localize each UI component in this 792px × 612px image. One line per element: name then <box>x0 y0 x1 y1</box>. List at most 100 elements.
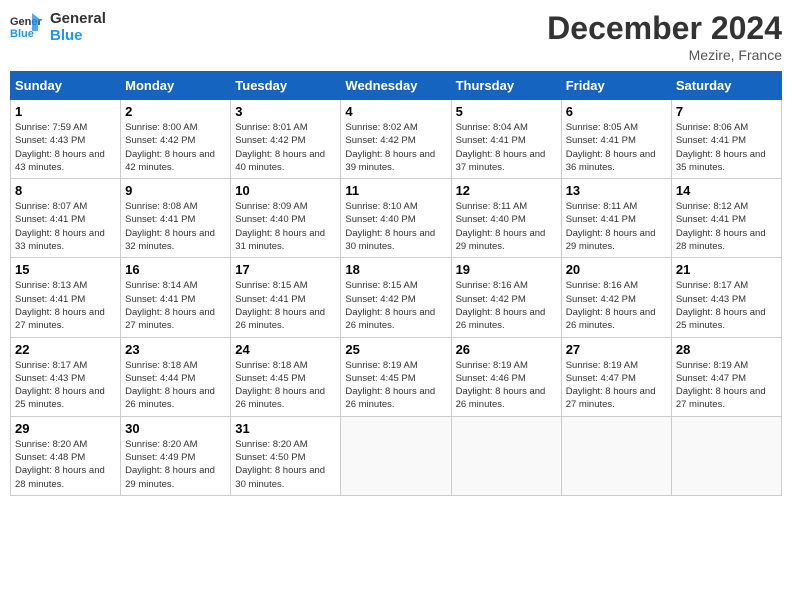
calendar-cell: 12 Sunrise: 8:11 AMSunset: 4:40 PMDayligh… <box>451 179 561 258</box>
day-number: 10 <box>235 183 336 198</box>
day-number: 22 <box>15 342 116 357</box>
cell-info: Sunrise: 8:10 AMSunset: 4:40 PMDaylight:… <box>345 200 446 253</box>
day-number: 11 <box>345 183 446 198</box>
calendar-week-5: 29 Sunrise: 8:20 AMSunset: 4:48 PMDayligh… <box>11 416 782 495</box>
title-block: December 2024 Mezire, France <box>547 10 782 63</box>
calendar-cell: 17 Sunrise: 8:15 AMSunset: 4:41 PMDayligh… <box>231 258 341 337</box>
calendar-cell: 5 Sunrise: 8:04 AMSunset: 4:41 PMDaylight… <box>451 100 561 179</box>
day-number: 24 <box>235 342 336 357</box>
column-header-saturday: Saturday <box>671 72 781 100</box>
calendar-cell: 7 Sunrise: 8:06 AMSunset: 4:41 PMDaylight… <box>671 100 781 179</box>
day-number: 17 <box>235 262 336 277</box>
calendar-cell: 28 Sunrise: 8:19 AMSunset: 4:47 PMDayligh… <box>671 337 781 416</box>
page-header: General Blue General Blue December 2024 … <box>10 10 782 63</box>
calendar-cell: 6Sunrise: 8:05 AMSunset: 4:41 PMDaylight… <box>561 100 671 179</box>
calendar-cell: 24 Sunrise: 8:18 AMSunset: 4:45 PMDayligh… <box>231 337 341 416</box>
day-number: 13 <box>566 183 667 198</box>
calendar-cell: 25 Sunrise: 8:19 AMSunset: 4:45 PMDayligh… <box>341 337 451 416</box>
calendar-cell <box>671 416 781 495</box>
day-number: 14 <box>676 183 777 198</box>
calendar-cell: 9Sunrise: 8:08 AMSunset: 4:41 PMDaylight… <box>121 179 231 258</box>
column-header-monday: Monday <box>121 72 231 100</box>
column-header-friday: Friday <box>561 72 671 100</box>
logo-text-blue: Blue <box>50 27 106 44</box>
day-number: 15 <box>15 262 116 277</box>
calendar-cell: 22 Sunrise: 8:17 AMSunset: 4:43 PMDayligh… <box>11 337 121 416</box>
calendar-cell <box>451 416 561 495</box>
calendar-cell: 8 Sunrise: 8:07 AMSunset: 4:41 PMDaylight… <box>11 179 121 258</box>
column-header-sunday: Sunday <box>11 72 121 100</box>
calendar-cell: 19Sunrise: 8:16 AMSunset: 4:42 PMDayligh… <box>451 258 561 337</box>
cell-info: Sunrise: 8:01 AMSunset: 4:42 PMDaylight:… <box>235 121 336 174</box>
day-number: 6 <box>566 104 667 119</box>
cell-info: Sunrise: 8:19 AMSunset: 4:46 PMDaylight:… <box>456 359 557 412</box>
day-number: 28 <box>676 342 777 357</box>
calendar-cell: 16 Sunrise: 8:14 AMSunset: 4:41 PMDayligh… <box>121 258 231 337</box>
day-number: 12 <box>456 183 557 198</box>
cell-info: Sunrise: 8:02 AMSunset: 4:42 PMDaylight:… <box>345 121 446 174</box>
day-number: 23 <box>125 342 226 357</box>
cell-info: Sunrise: 8:14 AMSunset: 4:41 PMDaylight:… <box>125 279 226 332</box>
cell-info: Sunrise: 8:13 AMSunset: 4:41 PMDaylight:… <box>15 279 116 332</box>
calendar-cell: 26 Sunrise: 8:19 AMSunset: 4:46 PMDayligh… <box>451 337 561 416</box>
day-number: 25 <box>345 342 446 357</box>
day-number: 3 <box>235 104 336 119</box>
calendar-cell: 13 Sunrise: 8:11 AMSunset: 4:41 PMDayligh… <box>561 179 671 258</box>
calendar-week-4: 22 Sunrise: 8:17 AMSunset: 4:43 PMDayligh… <box>11 337 782 416</box>
cell-info: Sunrise: 8:19 AMSunset: 4:45 PMDaylight:… <box>345 359 446 412</box>
cell-info: Sunrise: 8:06 AMSunset: 4:41 PMDaylight:… <box>676 121 777 174</box>
calendar-week-3: 15 Sunrise: 8:13 AMSunset: 4:41 PMDayligh… <box>11 258 782 337</box>
day-number: 2 <box>125 104 226 119</box>
cell-info: Sunrise: 8:07 AMSunset: 4:41 PMDaylight:… <box>15 200 116 253</box>
cell-info: Sunrise: 8:00 AMSunset: 4:42 PMDaylight:… <box>125 121 226 174</box>
day-number: 31 <box>235 421 336 436</box>
calendar-cell: 20Sunrise: 8:16 AMSunset: 4:42 PMDayligh… <box>561 258 671 337</box>
logo-icon: General Blue <box>10 11 42 43</box>
calendar-cell: 29 Sunrise: 8:20 AMSunset: 4:48 PMDayligh… <box>11 416 121 495</box>
cell-info: Sunrise: 7:59 AMSunset: 4:43 PMDaylight:… <box>15 121 116 174</box>
cell-info: Sunrise: 8:11 AMSunset: 4:41 PMDaylight:… <box>566 200 667 253</box>
cell-info: Sunrise: 8:19 AMSunset: 4:47 PMDaylight:… <box>676 359 777 412</box>
cell-info: Sunrise: 8:04 AMSunset: 4:41 PMDaylight:… <box>456 121 557 174</box>
cell-info: Sunrise: 8:15 AMSunset: 4:41 PMDaylight:… <box>235 279 336 332</box>
cell-info: Sunrise: 8:17 AMSunset: 4:43 PMDaylight:… <box>676 279 777 332</box>
calendar-cell: 30 Sunrise: 8:20 AMSunset: 4:49 PMDayligh… <box>121 416 231 495</box>
calendar-week-1: 1Sunrise: 7:59 AMSunset: 4:43 PMDaylight… <box>11 100 782 179</box>
day-number: 29 <box>15 421 116 436</box>
day-number: 5 <box>456 104 557 119</box>
month-title: December 2024 <box>547 10 782 47</box>
cell-info: Sunrise: 8:20 AMSunset: 4:48 PMDaylight:… <box>15 438 116 491</box>
logo-text-general: General <box>50 10 106 27</box>
cell-info: Sunrise: 8:16 AMSunset: 4:42 PMDaylight:… <box>566 279 667 332</box>
calendar-cell: 10Sunrise: 8:09 AMSunset: 4:40 PMDayligh… <box>231 179 341 258</box>
cell-info: Sunrise: 8:08 AMSunset: 4:41 PMDaylight:… <box>125 200 226 253</box>
calendar-cell: 18 Sunrise: 8:15 AMSunset: 4:42 PMDayligh… <box>341 258 451 337</box>
column-header-wednesday: Wednesday <box>341 72 451 100</box>
calendar-week-2: 8 Sunrise: 8:07 AMSunset: 4:41 PMDaylight… <box>11 179 782 258</box>
location: Mezire, France <box>547 47 782 63</box>
cell-info: Sunrise: 8:12 AMSunset: 4:41 PMDaylight:… <box>676 200 777 253</box>
calendar-cell: 2 Sunrise: 8:00 AMSunset: 4:42 PMDaylight… <box>121 100 231 179</box>
day-number: 16 <box>125 262 226 277</box>
day-number: 26 <box>456 342 557 357</box>
day-number: 8 <box>15 183 116 198</box>
day-number: 30 <box>125 421 226 436</box>
calendar-cell: 1Sunrise: 7:59 AMSunset: 4:43 PMDaylight… <box>11 100 121 179</box>
calendar-header-row: SundayMondayTuesdayWednesdayThursdayFrid… <box>11 72 782 100</box>
day-number: 27 <box>566 342 667 357</box>
column-header-thursday: Thursday <box>451 72 561 100</box>
cell-info: Sunrise: 8:20 AMSunset: 4:49 PMDaylight:… <box>125 438 226 491</box>
cell-info: Sunrise: 8:15 AMSunset: 4:42 PMDaylight:… <box>345 279 446 332</box>
calendar-cell: 14 Sunrise: 8:12 AMSunset: 4:41 PMDayligh… <box>671 179 781 258</box>
calendar-cell: 31Sunrise: 8:20 AMSunset: 4:50 PMDayligh… <box>231 416 341 495</box>
day-number: 18 <box>345 262 446 277</box>
cell-info: Sunrise: 8:11 AMSunset: 4:40 PMDaylight:… <box>456 200 557 253</box>
day-number: 21 <box>676 262 777 277</box>
calendar-cell <box>341 416 451 495</box>
day-number: 7 <box>676 104 777 119</box>
calendar-cell: 4Sunrise: 8:02 AMSunset: 4:42 PMDaylight… <box>341 100 451 179</box>
cell-info: Sunrise: 8:17 AMSunset: 4:43 PMDaylight:… <box>15 359 116 412</box>
cell-info: Sunrise: 8:18 AMSunset: 4:44 PMDaylight:… <box>125 359 226 412</box>
cell-info: Sunrise: 8:18 AMSunset: 4:45 PMDaylight:… <box>235 359 336 412</box>
svg-text:Blue: Blue <box>10 28 34 40</box>
